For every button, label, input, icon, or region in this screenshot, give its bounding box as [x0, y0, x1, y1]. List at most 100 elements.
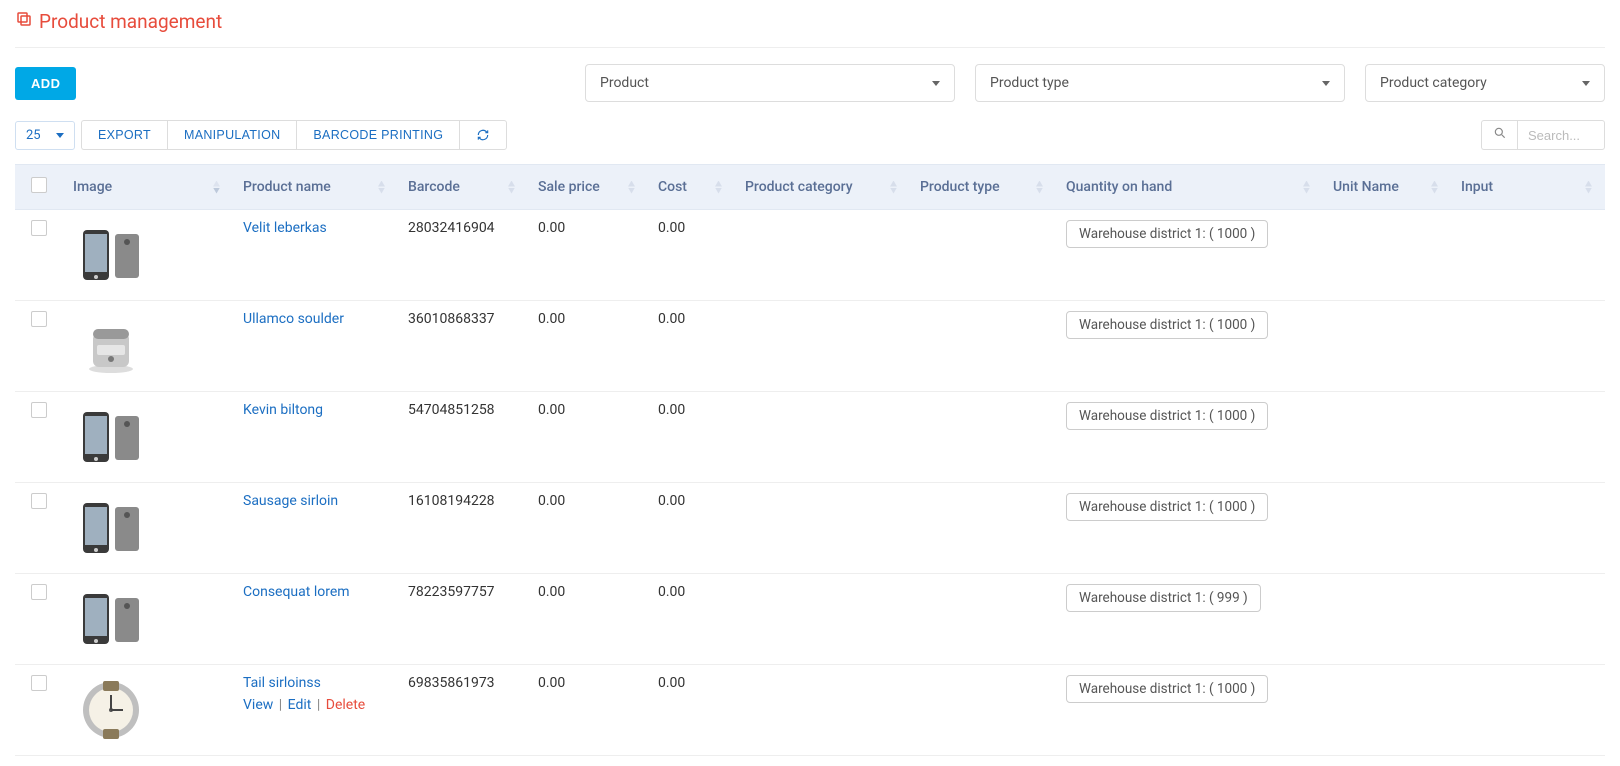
- products-table: Image Product name Barcode Sale price: [15, 164, 1605, 756]
- filter-product-label: Product: [600, 75, 649, 91]
- cell-sale-price: 0.00: [528, 574, 648, 665]
- product-image[interactable]: [73, 675, 148, 745]
- cell-sale-price: 0.00: [528, 483, 648, 574]
- col-qty[interactable]: Quantity on hand: [1056, 165, 1323, 210]
- row-edit-link[interactable]: Edit: [288, 697, 312, 713]
- qty-badge[interactable]: Warehouse district 1: ( 1000 ): [1066, 220, 1268, 248]
- cell-input: [1451, 483, 1605, 574]
- col-image[interactable]: Image: [63, 165, 233, 210]
- sort-icon: [378, 181, 388, 194]
- col-type[interactable]: Product type: [910, 165, 1056, 210]
- cell-type: [910, 665, 1056, 756]
- col-unit-label: Unit Name: [1333, 179, 1399, 195]
- col-barcode[interactable]: Barcode: [398, 165, 528, 210]
- cell-cost: 0.00: [648, 392, 735, 483]
- copy-icon: [15, 10, 33, 33]
- product-name-link[interactable]: Consequat lorem: [243, 584, 350, 600]
- table-row: Tail sirloinss View | Edit | Delete 6983…: [15, 665, 1605, 756]
- barcode-printing-button[interactable]: BARCODE PRINTING: [296, 120, 459, 150]
- cell-category: [735, 574, 910, 665]
- qty-badge[interactable]: Warehouse district 1: ( 1000 ): [1066, 402, 1268, 430]
- search-input[interactable]: [1517, 120, 1605, 150]
- product-image[interactable]: [73, 220, 148, 290]
- cell-category: [735, 483, 910, 574]
- product-image[interactable]: [73, 584, 148, 654]
- add-button[interactable]: ADD: [15, 67, 76, 100]
- cell-category: [735, 665, 910, 756]
- cell-input: [1451, 301, 1605, 392]
- search-button[interactable]: [1481, 120, 1517, 150]
- row-checkbox[interactable]: [31, 220, 47, 236]
- sort-icon: [715, 181, 725, 194]
- filter-product[interactable]: Product: [585, 64, 955, 102]
- page-title-text: Product management: [39, 10, 222, 33]
- col-unit[interactable]: Unit Name: [1323, 165, 1451, 210]
- col-input[interactable]: Input: [1451, 165, 1605, 210]
- row-checkbox[interactable]: [31, 311, 47, 327]
- product-name-link[interactable]: Kevin biltong: [243, 402, 323, 418]
- cell-unit: [1323, 392, 1451, 483]
- cell-sale-price: 0.00: [528, 301, 648, 392]
- filter-product-type[interactable]: Product type: [975, 64, 1345, 102]
- cell-input: [1451, 210, 1605, 301]
- table-row: Sausage sirloin 16108194228 0.00 0.00 Wa…: [15, 483, 1605, 574]
- qty-badge[interactable]: Warehouse district 1: ( 999 ): [1066, 584, 1261, 612]
- cell-input: [1451, 665, 1605, 756]
- page-size-select[interactable]: 25: [15, 121, 75, 150]
- table-row: Kevin biltong 54704851258 0.00 0.00 Ware…: [15, 392, 1605, 483]
- manipulation-button[interactable]: MANIPULATION: [167, 120, 296, 150]
- col-type-label: Product type: [920, 179, 1000, 195]
- caret-down-icon: [1322, 81, 1330, 86]
- product-name-link[interactable]: Tail sirloinss: [243, 675, 321, 691]
- select-all-checkbox[interactable]: [31, 177, 47, 193]
- row-checkbox[interactable]: [31, 493, 47, 509]
- product-name-link[interactable]: Sausage sirloin: [243, 493, 338, 509]
- page-title: Product management: [15, 10, 1605, 48]
- col-category[interactable]: Product category: [735, 165, 910, 210]
- row-checkbox[interactable]: [31, 584, 47, 600]
- sort-icon: [1303, 181, 1313, 194]
- sort-icon: [1585, 181, 1595, 194]
- row-checkbox[interactable]: [31, 675, 47, 691]
- product-image[interactable]: [73, 493, 148, 563]
- qty-badge[interactable]: Warehouse district 1: ( 1000 ): [1066, 675, 1268, 703]
- col-cost[interactable]: Cost: [648, 165, 735, 210]
- product-image[interactable]: [73, 311, 148, 381]
- qty-badge[interactable]: Warehouse district 1: ( 1000 ): [1066, 311, 1268, 339]
- sort-icon: [628, 181, 638, 194]
- col-sale-price[interactable]: Sale price: [528, 165, 648, 210]
- col-input-label: Input: [1461, 179, 1493, 195]
- col-barcode-label: Barcode: [408, 179, 460, 195]
- sort-icon: [213, 181, 223, 194]
- cell-cost: 0.00: [648, 665, 735, 756]
- cell-unit: [1323, 574, 1451, 665]
- col-name-label: Product name: [243, 179, 331, 195]
- cell-sale-price: 0.00: [528, 665, 648, 756]
- col-product-name[interactable]: Product name: [233, 165, 398, 210]
- refresh-icon: [476, 128, 490, 142]
- cell-input: [1451, 574, 1605, 665]
- cell-barcode: 69835861973: [398, 665, 528, 756]
- cell-barcode: 28032416904: [398, 210, 528, 301]
- row-view-link[interactable]: View: [243, 697, 273, 713]
- row-delete-link[interactable]: Delete: [326, 697, 365, 713]
- col-qty-label: Quantity on hand: [1066, 179, 1172, 195]
- caret-down-icon: [932, 81, 940, 86]
- row-actions: View | Edit | Delete: [243, 697, 388, 713]
- table-row: Consequat lorem 78223597757 0.00 0.00 Wa…: [15, 574, 1605, 665]
- filter-product-category[interactable]: Product category: [1365, 64, 1605, 102]
- search-icon: [1493, 126, 1507, 144]
- search-wrap: [1481, 120, 1605, 150]
- qty-badge[interactable]: Warehouse district 1: ( 1000 ): [1066, 493, 1268, 521]
- cell-unit: [1323, 483, 1451, 574]
- col-category-label: Product category: [745, 179, 853, 195]
- export-button[interactable]: EXPORT: [81, 120, 167, 150]
- sort-icon: [890, 181, 900, 194]
- product-name-link[interactable]: Velit leberkas: [243, 220, 327, 236]
- col-select-all: [15, 165, 63, 210]
- product-name-link[interactable]: Ullamco soulder: [243, 311, 344, 327]
- row-checkbox[interactable]: [31, 402, 47, 418]
- product-image[interactable]: [73, 402, 148, 472]
- action-button-group: EXPORT MANIPULATION BARCODE PRINTING: [81, 120, 507, 150]
- refresh-button[interactable]: [459, 120, 507, 150]
